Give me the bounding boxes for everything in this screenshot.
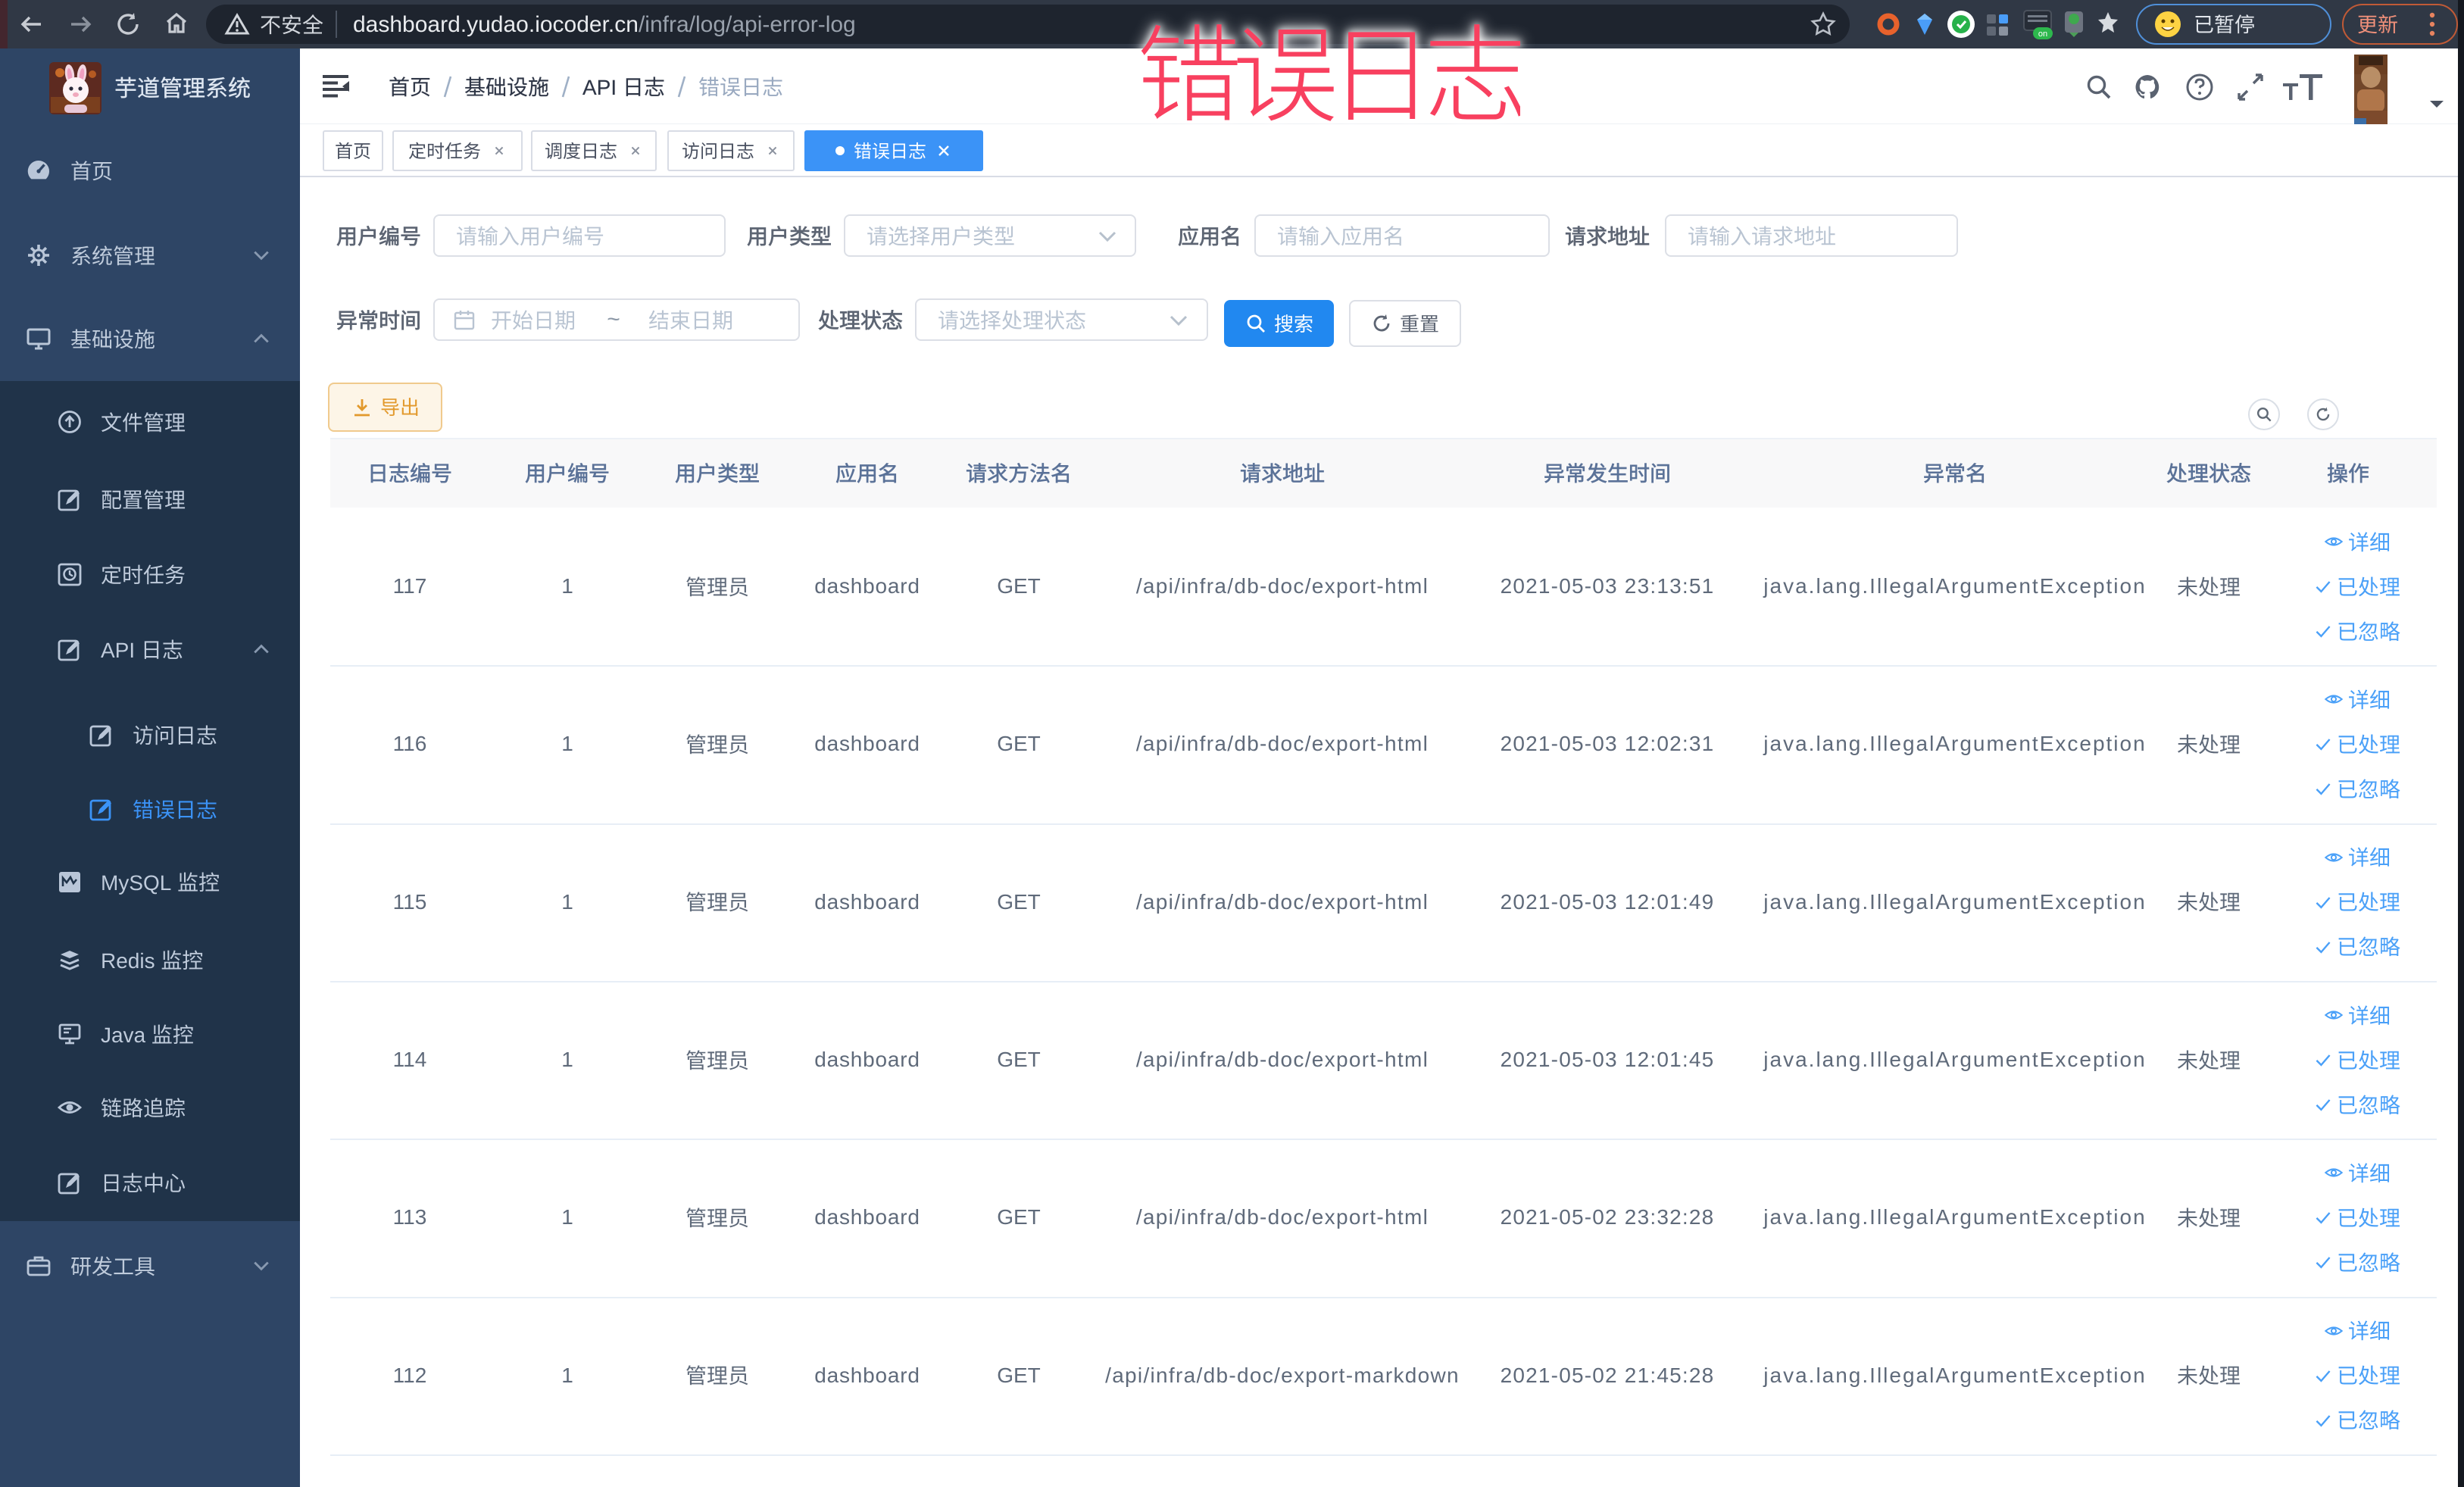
svg-text:on: on: [2038, 30, 2047, 39]
